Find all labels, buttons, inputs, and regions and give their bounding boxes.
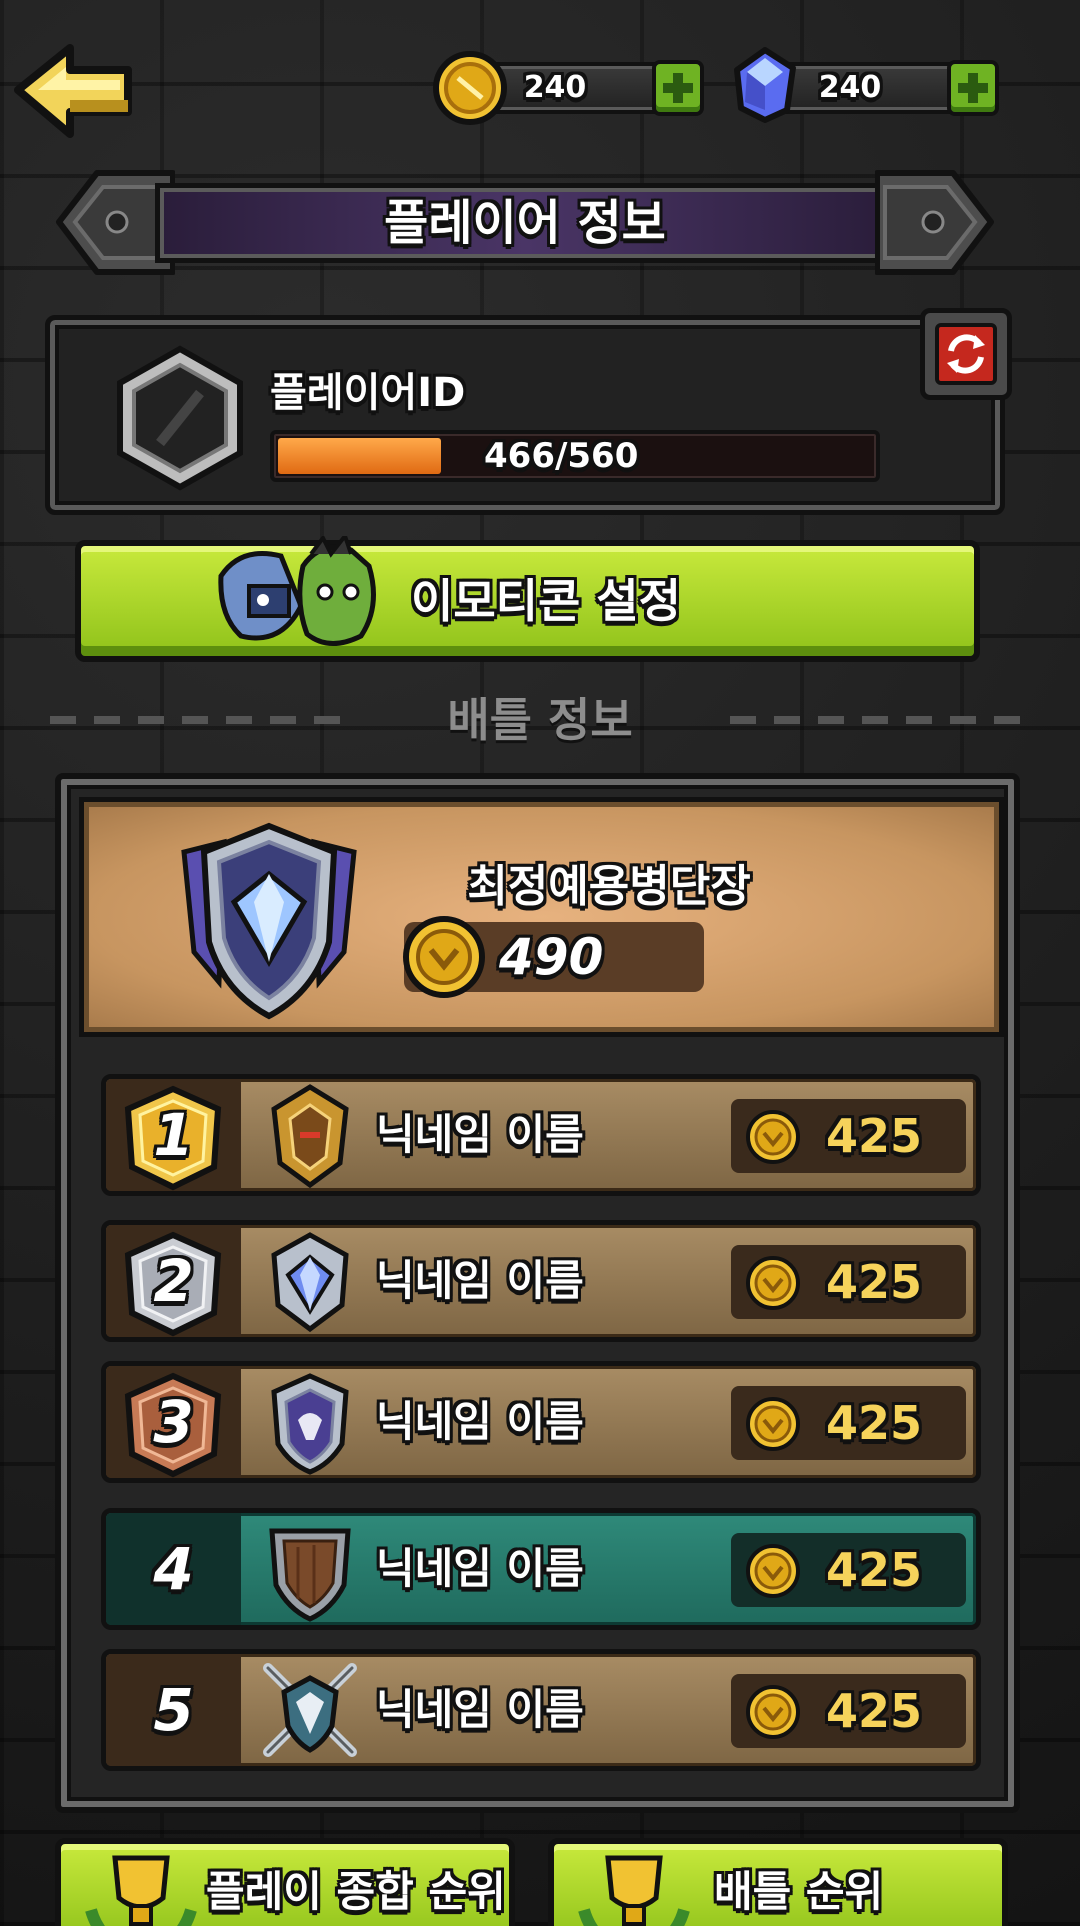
add-gem-button[interactable] xyxy=(947,60,999,116)
player-level-hexagon-icon xyxy=(117,345,243,491)
player-score: 425 xyxy=(826,1543,923,1597)
xp-progress-bar: 466/560 xyxy=(270,430,880,482)
player-id: 플레이어ID xyxy=(270,370,466,416)
gold-currency: 240 xyxy=(430,51,704,125)
title-bar: 플레이어 정보 xyxy=(155,183,895,263)
player-nickname: 닉네임 이름 xyxy=(376,1544,584,1593)
add-gold-button[interactable] xyxy=(652,60,704,116)
trophy-coin-icon xyxy=(746,1544,800,1598)
trophy-coin-icon xyxy=(746,1110,800,1164)
banner-right-cap xyxy=(875,170,994,275)
player-nickname: 닉네임 이름 xyxy=(376,1110,584,1159)
ranking-row-1[interactable]: 1 닉네임 이름 425 xyxy=(101,1074,981,1196)
trophy-coin-icon xyxy=(746,1685,800,1739)
player-score: 425 xyxy=(826,1396,923,1450)
player-score: 425 xyxy=(826,1255,923,1309)
trophy-coin-icon xyxy=(746,1256,800,1310)
tier-name: 최정예용병단장 xyxy=(467,861,751,912)
emoticon-settings-button[interactable]: 이모티콘 설정 xyxy=(75,536,980,662)
player-score-box: 425 xyxy=(731,1386,966,1460)
ranking-row-3[interactable]: 3 닉네임 이름 425 xyxy=(101,1361,981,1483)
player-score-box: 425 xyxy=(731,1245,966,1319)
battle-info-panel: 최정예용병단장 490 1 닉네임 이름 425 2 닉네임 이름 425 3 … xyxy=(55,773,1020,1813)
battle-ranking-label: 배틀 순위 xyxy=(714,1867,884,1916)
eagle-shield-emblem-icon xyxy=(271,1373,349,1475)
rank-number-box: 4 xyxy=(106,1513,241,1625)
diamond-tier-shield-icon xyxy=(181,822,357,1020)
page-title: 플레이어 정보 xyxy=(384,195,666,251)
diamond-emblem-icon xyxy=(271,1232,349,1333)
ranking-row-5[interactable]: 5 닉네임 이름 425 xyxy=(101,1649,981,1771)
rank-number-box: 1 xyxy=(106,1079,241,1191)
title-banner: 플레이어 정보 xyxy=(55,165,995,280)
rank-number-box: 3 xyxy=(106,1366,241,1478)
trophy-icon xyxy=(578,1855,690,1926)
rank-number: 2 xyxy=(153,1247,194,1315)
wood-shield-emblem-icon xyxy=(269,1528,351,1622)
player-info-panel: 플레이어ID 466/560 xyxy=(45,308,1012,515)
trophy-coin-icon xyxy=(746,1397,800,1451)
emoticon-settings-label: 이모티콘 설정 xyxy=(411,574,681,628)
rank-number-box: 2 xyxy=(106,1225,241,1337)
xp-text: 466/560 xyxy=(484,436,639,476)
player-score-box: 425 xyxy=(731,1674,966,1748)
rank-number: 4 xyxy=(153,1535,194,1603)
player-score: 425 xyxy=(826,1109,923,1163)
ranking-row-2[interactable]: 2 닉네임 이름 425 xyxy=(101,1220,981,1342)
player-score-box: 425 xyxy=(731,1533,966,1607)
refresh-button[interactable] xyxy=(920,308,1012,400)
battle-info-divider: 배틀 정보 xyxy=(50,690,1030,750)
trophy-coin-icon xyxy=(403,916,485,998)
ranking-row-4-current-player[interactable]: 4 닉네임 이름 425 xyxy=(101,1508,981,1630)
gold-coin-icon xyxy=(433,51,507,125)
knight-orc-emoticon-icon xyxy=(218,536,376,646)
rank-number-box: 5 xyxy=(106,1654,241,1766)
trophy-icon xyxy=(85,1855,197,1926)
tier-header: 최정예용병단장 490 xyxy=(79,797,1004,1037)
rank-number: 1 xyxy=(153,1101,194,1169)
divider-line-right xyxy=(730,716,1030,724)
player-score-box: 425 xyxy=(731,1099,966,1173)
player-nickname: 닉네임 이름 xyxy=(376,1685,584,1734)
overall-ranking-label: 플레이 종합 순위 xyxy=(206,1867,506,1916)
rank-number: 3 xyxy=(153,1388,194,1456)
gold-helmet-emblem-icon xyxy=(271,1084,349,1189)
refresh-icon xyxy=(947,334,985,374)
back-button[interactable] xyxy=(8,30,138,150)
gem-icon xyxy=(734,47,796,123)
rank-number: 5 xyxy=(153,1676,194,1744)
tier-score: 490 xyxy=(499,928,604,986)
player-score: 425 xyxy=(826,1684,923,1738)
tier-score-box: 490 xyxy=(403,916,704,998)
battle-ranking-button[interactable]: 배틀 순위 xyxy=(548,1838,1008,1926)
overall-ranking-button[interactable]: 플레이 종합 순위 xyxy=(55,1838,515,1926)
xp-fill xyxy=(278,438,441,474)
player-nickname: 닉네임 이름 xyxy=(376,1256,584,1305)
arrow-left-icon xyxy=(14,44,132,138)
gem-currency: 240 xyxy=(725,47,999,124)
crossed-swords-emblem-icon xyxy=(263,1663,357,1757)
player-nickname: 닉네임 이름 xyxy=(376,1397,584,1446)
